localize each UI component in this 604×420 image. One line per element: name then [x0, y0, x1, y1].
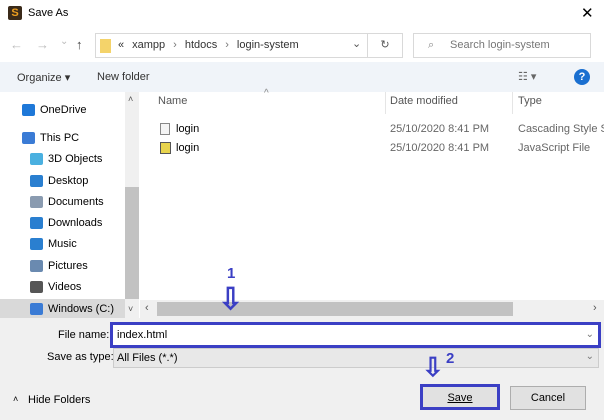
sidebar-item-label: Windows (C:) [48, 303, 115, 315]
sort-indicator: ^ [264, 88, 269, 99]
music-icon [30, 238, 43, 250]
scroll-right-icon[interactable]: › [593, 302, 597, 314]
scroll-up-icon[interactable]: ˄ [128, 94, 133, 104]
save-as-type-label: Save as type: [47, 351, 114, 363]
up-button[interactable]: ↑ [76, 37, 83, 52]
sidebar-item-downloads[interactable]: Downloads [0, 213, 125, 233]
sidebar-item-music[interactable]: Music [0, 234, 125, 254]
documents-icon [30, 196, 43, 208]
hide-folders-button[interactable]: Hide Folders [28, 394, 90, 406]
chevron-down-icon: ⌄ [585, 351, 594, 362]
sidebar-item-label: OneDrive [40, 104, 87, 116]
sidebar-item-windows-c[interactable]: Windows (C:) [0, 299, 125, 319]
sidebar-item-onedrive[interactable]: OneDrive [0, 100, 125, 120]
help-icon[interactable]: ? [574, 69, 590, 85]
arrow-down-icon: ⇩ [422, 352, 444, 382]
cloud-icon [22, 104, 35, 116]
sidebar-item-label: Desktop [48, 175, 89, 187]
search-placeholder: Search login-system [450, 39, 550, 51]
sidebar-item-label: Downloads [48, 217, 103, 229]
step-2-annotation: 2 [446, 350, 455, 367]
file-date: 25/10/2020 8:41 PM [390, 142, 490, 154]
sidebar-scrollbar[interactable]: ˄ ˅ [125, 92, 139, 318]
file-row[interactable]: login 25/10/2020 8:41 PM JavaScript File [158, 139, 604, 157]
sidebar-item-3d-objects[interactable]: 3D Objects [0, 149, 125, 169]
css-file-icon [160, 123, 170, 135]
sidebar-item-label: Documents [48, 196, 104, 208]
chevron-up-icon: ˄ [13, 394, 19, 404]
file-name: login [176, 123, 200, 135]
column-header-date[interactable]: Date modified [390, 95, 458, 107]
file-name-value: index.html [117, 329, 168, 341]
computer-icon [22, 132, 35, 144]
file-name-label: File name: [58, 329, 110, 341]
toolbar: Organize ▾ New folder ☷ ▾ ? [0, 62, 604, 92]
pictures-icon [30, 260, 43, 272]
column-divider [512, 92, 513, 114]
save-as-type-value: All Files (*.*) [117, 352, 178, 364]
download-icon [30, 217, 43, 229]
cube-icon [30, 153, 43, 165]
recent-locations-button[interactable]: ⌄ [60, 36, 68, 47]
videos-icon [30, 281, 43, 293]
view-options-button[interactable]: ☷ ▾ [518, 70, 536, 83]
chevron-down-icon[interactable]: ⌄ [586, 325, 594, 345]
column-header-type[interactable]: Type [518, 95, 542, 107]
folder-icon [100, 39, 111, 53]
sidebar-item-desktop[interactable]: Desktop [0, 171, 125, 191]
sidebar-item-label: 3D Objects [48, 153, 103, 165]
sidebar-item-label: This PC [40, 132, 80, 144]
breadcrumb-htdocs[interactable]: htdocs [185, 39, 217, 51]
title-bar: S Save As ✕ [0, 0, 604, 28]
column-divider [385, 92, 386, 114]
search-icon: ⌕ [428, 39, 435, 51]
breadcrumb-xampp[interactable]: xampp [132, 39, 165, 51]
back-button[interactable]: ← [10, 37, 23, 52]
address-dropdown[interactable]: ⌄ [352, 37, 361, 50]
search-input[interactable]: ⌕ Search login-system [413, 33, 591, 58]
scrollbar-thumb[interactable] [157, 302, 513, 316]
sidebar-item-label: Music [48, 238, 77, 250]
scroll-down-icon[interactable]: ˅ [128, 304, 133, 314]
sidebar-item-label: Pictures [48, 260, 88, 272]
file-type: JavaScript File [518, 142, 591, 154]
chevron-right-icon: › [225, 39, 229, 51]
sidebar-item-pictures[interactable]: Pictures [0, 256, 125, 276]
app-icon: S [8, 6, 22, 20]
step-1-annotation: 1 [227, 265, 236, 282]
save-as-type-select[interactable]: All Files (*.*) ⌄ [113, 348, 599, 368]
file-date: 25/10/2020 8:41 PM [390, 123, 490, 135]
drive-icon [30, 303, 43, 315]
file-row[interactable]: login 25/10/2020 8:41 PM Cascading Style… [158, 120, 604, 138]
forward-button[interactable]: → [36, 37, 49, 52]
chevron-right-icon: › [173, 39, 177, 51]
desktop-icon [30, 175, 43, 187]
address-bar[interactable]: « xampp › htdocs › login-system ⌄ [95, 33, 368, 58]
sidebar-item-documents[interactable]: Documents [0, 192, 125, 212]
close-button[interactable]: ✕ [581, 4, 594, 22]
sidebar-item-label: Videos [48, 281, 82, 293]
cancel-button[interactable]: Cancel [510, 386, 586, 410]
js-file-icon [160, 142, 171, 154]
column-header-name[interactable]: Name [158, 95, 187, 107]
breadcrumb-login-system[interactable]: login-system [237, 39, 299, 51]
scroll-left-icon[interactable]: ‹ [145, 302, 149, 314]
arrow-down-icon: ⇩ [218, 283, 244, 316]
sidebar-item-videos[interactable]: Videos [0, 277, 125, 297]
overflow-crumb[interactable]: « [118, 39, 124, 51]
scrollbar-thumb[interactable] [125, 187, 139, 299]
horizontal-scrollbar[interactable]: ‹ › [140, 300, 604, 318]
file-name-input[interactable]: index.html ⌄ [110, 322, 601, 348]
navigation-pane: OneDrive This PC 3D Objects Desktop Docu… [0, 92, 125, 319]
sidebar-item-this-pc[interactable]: This PC [0, 128, 125, 148]
window-title: Save As [28, 7, 69, 19]
file-type: Cascading Style S... [518, 123, 604, 135]
new-folder-button[interactable]: New folder [97, 71, 150, 83]
organize-button[interactable]: Organize ▾ [17, 71, 70, 84]
refresh-button[interactable]: ↻ [368, 33, 403, 58]
file-name: login [176, 142, 200, 154]
save-label: Save [447, 392, 473, 404]
save-button[interactable]: Save [420, 384, 500, 410]
